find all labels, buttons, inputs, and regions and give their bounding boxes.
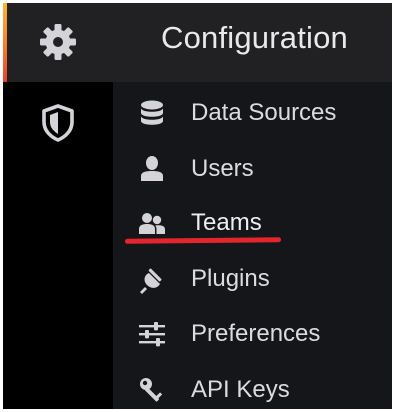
menu-item-label: Users	[191, 155, 254, 182]
gear-icon	[40, 24, 76, 60]
submenu-title: Configuration	[161, 20, 348, 55]
user-icon	[141, 156, 163, 181]
database-icon	[141, 100, 163, 125]
users-icon	[139, 213, 165, 234]
menu-item-users[interactable]: Users	[113, 143, 392, 195]
menu-item-data-sources[interactable]: Data Sources	[113, 87, 392, 139]
menu-item-plugins[interactable]: Plugins	[113, 253, 392, 305]
configuration-rail-button[interactable]	[3, 3, 113, 82]
menu-item-label: Teams	[191, 209, 262, 236]
configuration-submenu: Configuration Data Sources Users Teams P…	[113, 3, 392, 409]
menu-item-preferences[interactable]: Preferences	[113, 308, 392, 360]
key-icon	[140, 378, 163, 402]
menu-item-label: Plugins	[191, 265, 270, 292]
side-menu-panel: Configuration Data Sources Users Teams P…	[3, 3, 392, 409]
screenshot-frame: Configuration Data Sources Users Teams P…	[0, 0, 395, 412]
active-accent-bar	[3, 3, 7, 82]
menu-item-api-keys[interactable]: API Keys	[113, 364, 392, 409]
plug-icon	[140, 268, 162, 294]
icon-rail	[3, 3, 113, 409]
menu-item-label: Data Sources	[191, 99, 337, 126]
submenu-header: Configuration	[113, 3, 392, 82]
sliders-icon	[139, 322, 165, 347]
shield-icon[interactable]	[41, 104, 75, 142]
menu-item-label: Preferences	[191, 320, 321, 347]
menu-item-label: API Keys	[191, 376, 290, 403]
